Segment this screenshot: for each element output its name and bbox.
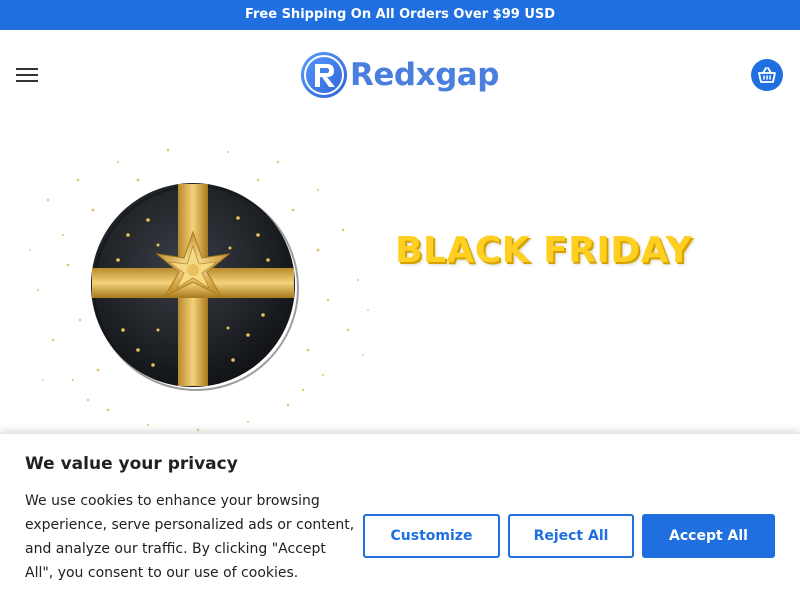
reject-all-button[interactable]: Reject All — [508, 514, 634, 558]
logo-text: Redxgap — [350, 57, 499, 93]
accept-all-button[interactable]: Accept All — [642, 514, 775, 558]
cookie-title: We value your privacy — [25, 454, 238, 474]
redxgap-logo-icon — [301, 52, 347, 98]
customize-button[interactable]: Customize — [363, 514, 500, 558]
hero-title: BLACK FRIDAY — [395, 230, 693, 271]
gift-box-icon — [29, 148, 369, 432]
cookie-description: We use cookies to enhance your browsing … — [25, 493, 355, 581]
cookie-consent-banner: We value your privacy We use cookies to … — [0, 433, 800, 600]
shopping-basket-icon[interactable] — [751, 59, 783, 91]
basket-glyph — [758, 67, 776, 83]
gift-box-image — [18, 140, 378, 440]
announcement-bar: Free Shipping On All Orders Over $99 USD — [0, 0, 800, 30]
announcement-text: Free Shipping On All Orders Over $99 USD — [244, 7, 556, 22]
site-logo[interactable]: Redxgap — [300, 50, 500, 100]
site-header: Redxgap — [0, 30, 800, 120]
hamburger-menu-icon[interactable] — [16, 68, 38, 82]
